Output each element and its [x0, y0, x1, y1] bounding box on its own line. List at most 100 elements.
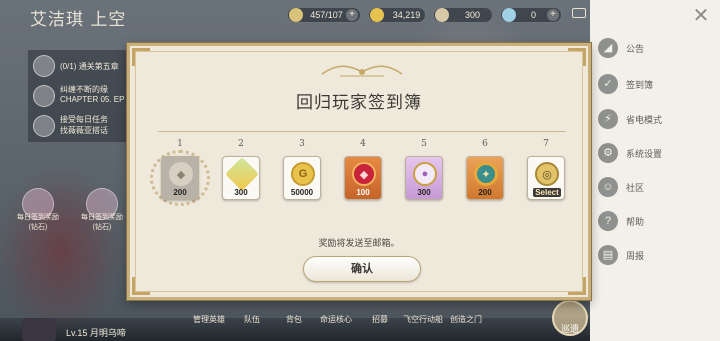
chat-bubble-icon	[33, 85, 55, 107]
reward-card-day-5[interactable]: ● 300	[405, 156, 443, 200]
reward-card-day-1[interactable]: ◆ 200	[161, 156, 199, 200]
diamond-value: 300	[464, 10, 481, 20]
reward-quantity: 300	[234, 188, 248, 197]
checkin-icon: ✓	[598, 74, 618, 94]
terms-icon: ▤	[598, 245, 618, 265]
calendar-icon	[33, 55, 55, 77]
gold-coin-icon	[370, 8, 384, 22]
title-divider	[158, 131, 566, 132]
nav-fate-core[interactable]: 命运核心	[320, 314, 352, 325]
quest-text: 接受每日任务	[60, 115, 108, 124]
quest-subtext: CHAPTER 05. EP	[60, 95, 125, 104]
help-icon: ?	[598, 211, 618, 231]
dialog-title: 回归玩家签到簿	[296, 93, 422, 113]
reward-card-day-4[interactable]: ◆ 100	[344, 156, 382, 200]
quest-tag: (0/1)	[60, 62, 77, 71]
expedition-label: 巡遗	[560, 324, 579, 334]
player-name: 艾洁琪 上空	[30, 10, 127, 30]
day-number: 7	[543, 139, 549, 149]
player-level: Lv.15 月明乌啼	[66, 328, 126, 338]
menu-label: 系统设置	[626, 148, 663, 159]
diamond-icon	[435, 8, 449, 22]
gold-coin-icon: G	[291, 162, 315, 186]
menu-item-community[interactable]: ☺ 社区	[598, 175, 708, 199]
stamina-icon	[289, 8, 303, 22]
shield-quest-icon	[33, 115, 55, 137]
title-ornament-icon	[321, 65, 403, 77]
menu-item-help[interactable]: ? 帮助	[598, 209, 708, 233]
announcement-icon: ◢	[598, 38, 618, 58]
mail-notice: 奖励将发送至邮箱。	[318, 238, 400, 248]
menu-label: 帮助	[626, 216, 645, 227]
gold-value: 34,219	[392, 10, 421, 20]
mail-icon[interactable]	[572, 8, 586, 18]
frame-corner	[132, 277, 150, 295]
add-stamina-icon[interactable]: +	[346, 9, 358, 21]
menu-item-weekly[interactable]: ▤ 周报	[598, 243, 708, 267]
quest-subtext: 找薇薇亚搭话	[60, 126, 108, 135]
purple-orb-icon: ●	[413, 162, 437, 186]
menu-item-checkin[interactable]: ✓ 签到簿	[598, 72, 708, 96]
reward-quantity: Select	[533, 188, 561, 197]
expedition-button[interactable]: 巡遗	[552, 300, 588, 336]
return-checkin-dialog: 回归玩家签到簿 1 2 3 4 5 6 7 ◆ 200 300 G 50000 …	[127, 43, 591, 300]
reward-quantity: 100	[356, 188, 370, 197]
reward-quantity: 50000	[290, 188, 314, 197]
day-number: 2	[238, 139, 244, 149]
day-number: 3	[299, 139, 305, 149]
menu-label: 省电模式	[626, 114, 663, 125]
reward-card-day-7[interactable]: ◎ Select	[527, 156, 565, 200]
quest-item[interactable]: 纠缠不断的缘 CHAPTER 05. EP	[28, 82, 128, 108]
quest-list: (0/1) 通关第五章 纠缠不断的缘 CHAPTER 05. EP 接受每日任务…	[28, 50, 128, 142]
nav-airship[interactable]: 飞空行动船	[403, 314, 443, 325]
nav-bag[interactable]: 背包	[286, 314, 302, 325]
player-avatar[interactable]	[22, 318, 56, 341]
menu-item-power-save[interactable]: ⚡ 省电模式	[598, 107, 708, 131]
quest-text: 纠缠不断的缘	[60, 85, 108, 94]
daily-reward-label: 每日签到奖励 (钻石)	[81, 214, 123, 231]
nav-team[interactable]: 队伍	[244, 314, 260, 325]
nav-manage-heroes[interactable]: 管理英雄	[193, 314, 225, 325]
menu-item-settings[interactable]: ⚙ 系统设置	[598, 141, 708, 165]
day-number: 1	[177, 139, 183, 149]
menu-label: 公告	[626, 43, 645, 54]
quest-item[interactable]: 接受每日任务 找薇薇亚搭话	[28, 112, 128, 138]
add-crystal-icon[interactable]: +	[547, 9, 559, 21]
gold-counter[interactable]: 34,219	[368, 7, 426, 23]
nav-creation-gate[interactable]: 创造之门	[450, 314, 482, 325]
confirm-button[interactable]: 确认	[303, 256, 421, 282]
crystal-value: 0	[530, 10, 536, 20]
reward-quantity: 200	[173, 188, 187, 197]
community-icon: ☺	[598, 177, 618, 197]
nav-recruit[interactable]: 招募	[372, 314, 388, 325]
stamina-value: 457/107	[310, 10, 343, 20]
close-icon[interactable]: ✕	[690, 6, 712, 28]
reward-card-day-6[interactable]: ✦ 200	[466, 156, 504, 200]
menu-item-announcement[interactable]: ◢ 公告	[598, 36, 708, 60]
reward-quantity: 300	[417, 188, 431, 197]
menu-label: 社区	[626, 182, 645, 193]
diamond-icon: ◆	[169, 162, 193, 186]
stamina-counter[interactable]: 457/107 +	[287, 7, 361, 23]
day-number: 6	[482, 139, 488, 149]
amber-relic-icon: ✦	[474, 162, 498, 186]
frame-corner	[568, 277, 586, 295]
power-save-icon: ⚡	[598, 109, 618, 129]
frame-corner	[568, 48, 586, 66]
quest-text: 通关第五章	[78, 62, 119, 71]
day-number: 4	[360, 139, 366, 149]
frame-corner	[132, 48, 150, 66]
reward-card-day-3[interactable]: G 50000	[283, 156, 321, 200]
menu-label: 签到簿	[626, 79, 654, 90]
menu-label: 周报	[626, 250, 645, 261]
daily-reward-label: 每日签到奖励 (钻石)	[17, 214, 59, 231]
crystal-shard-icon	[225, 157, 259, 191]
reward-card-day-2[interactable]: 300	[222, 156, 260, 200]
day-number: 5	[421, 139, 427, 149]
crystal-counter[interactable]: 0 +	[500, 7, 562, 23]
settings-gear-icon: ⚙	[598, 143, 618, 163]
diamond-counter[interactable]: 300	[433, 7, 493, 23]
reward-quantity: 200	[478, 188, 492, 197]
quest-item[interactable]: (0/1) 通关第五章	[28, 52, 128, 78]
crystal-icon	[502, 8, 516, 22]
